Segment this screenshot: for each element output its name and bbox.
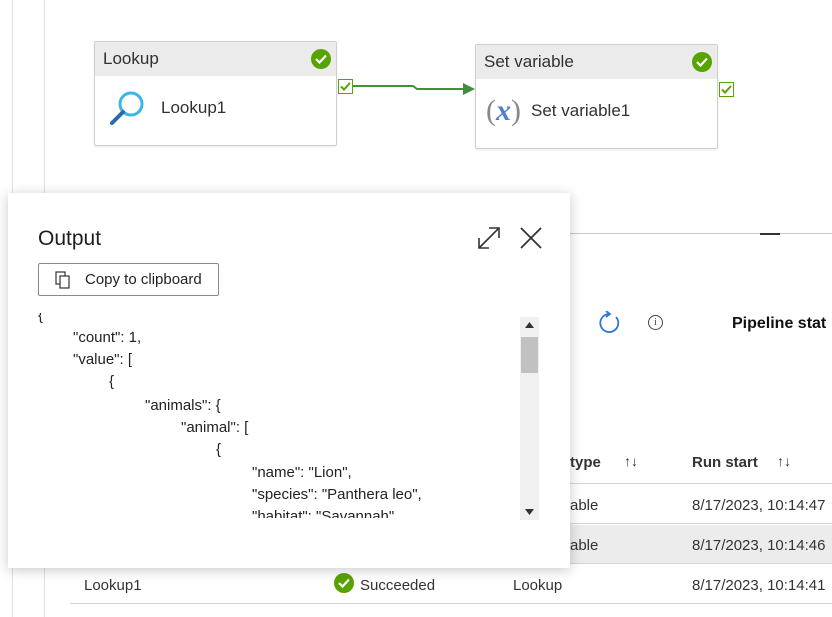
check-circle-icon (334, 573, 354, 593)
table-divider (570, 563, 832, 564)
json-output-viewer[interactable]: { "count": 1, "value": [ { "animals": { … (38, 313, 516, 518)
sort-icon[interactable]: ↑↓ (777, 453, 791, 469)
output-dialog: Output Copy to clipboard { "count": 1, "… (8, 193, 570, 568)
lookup-activity-body: Lookup1 (95, 76, 336, 140)
json-line: "value": [ (73, 351, 133, 368)
table-divider (70, 603, 832, 604)
set-variable-activity-card[interactable]: Set variable (x) Set variable1 (475, 44, 718, 149)
copy-to-clipboard-button[interactable]: Copy to clipboard (38, 263, 219, 296)
pipeline-status-title: Pipeline stat (732, 315, 827, 332)
refresh-icon[interactable] (597, 310, 621, 340)
table-row[interactable]: Lookup1 Succeeded Lookup 8/17/2023, 10:1… (70, 565, 832, 603)
set-variable-activity-body: (x) Set variable1 (476, 79, 717, 143)
sort-icon[interactable]: ↑↓ (624, 453, 638, 469)
json-line: "habitat": "Savannah" (252, 508, 395, 518)
vertical-scrollbar[interactable] (520, 317, 539, 520)
check-circle-icon (311, 49, 331, 69)
search-icon (109, 89, 147, 127)
scrollbar-thumb[interactable] (521, 337, 538, 373)
check-circle-icon (692, 52, 712, 72)
set-variable-activity-header: Set variable (476, 45, 717, 79)
column-header-run-start[interactable]: Run start (692, 454, 758, 471)
json-line: { (109, 373, 115, 390)
table-cell-type: able (570, 537, 599, 554)
copy-button-label: Copy to clipboard (85, 271, 202, 288)
table-cell-run-start: 8/17/2023, 10:14:41 (692, 577, 826, 594)
pipeline-monitor: Lookup Lookup1 Set variable (x) Set va… (0, 0, 832, 617)
table-divider (570, 523, 832, 524)
scroll-down-icon[interactable] (520, 504, 539, 520)
info-icon[interactable]: i (648, 315, 663, 330)
json-line: "species": "Panthera leo", (252, 486, 422, 503)
table-cell-run-start: 8/17/2023, 10:14:46 (692, 537, 826, 554)
arrow-right-icon (353, 83, 475, 95)
copy-icon (55, 270, 71, 289)
table-cell-run-start: 8/17/2023, 10:14:47 (692, 497, 826, 514)
json-line: "animals": { (145, 397, 221, 414)
lookup-activity-card[interactable]: Lookup Lookup1 (94, 41, 337, 146)
activity-name: Set variable1 (531, 101, 631, 120)
variable-x-icon: (x) (486, 94, 521, 127)
close-icon[interactable] (518, 225, 544, 251)
scroll-up-icon[interactable] (520, 317, 539, 333)
table-divider (570, 483, 832, 484)
activity-name: Lookup1 (161, 98, 227, 117)
table-cell-type: able (570, 497, 599, 514)
lookup-activity-header: Lookup (95, 42, 336, 76)
column-header-type[interactable]: type (570, 454, 601, 471)
activity-name-link[interactable]: Lookup1 (84, 577, 142, 594)
json-line: "name": "Lion", (252, 464, 352, 481)
success-output-port[interactable] (719, 82, 734, 97)
status-text: Succeeded (360, 577, 436, 594)
table-cell-type: Lookup (513, 577, 563, 594)
json-line: { (216, 441, 222, 458)
activity-type-label: Lookup (103, 49, 159, 68)
success-output-port[interactable] (338, 79, 353, 94)
dialog-title: Output (38, 227, 102, 250)
panel-divider (570, 233, 832, 234)
json-line: "animal": [ (181, 419, 249, 436)
expand-icon[interactable] (476, 225, 502, 251)
json-line: { (38, 313, 44, 324)
activity-type-label: Set variable (484, 52, 574, 71)
minimize-icon[interactable] (760, 233, 780, 235)
json-line: "count": 1, (73, 329, 142, 346)
